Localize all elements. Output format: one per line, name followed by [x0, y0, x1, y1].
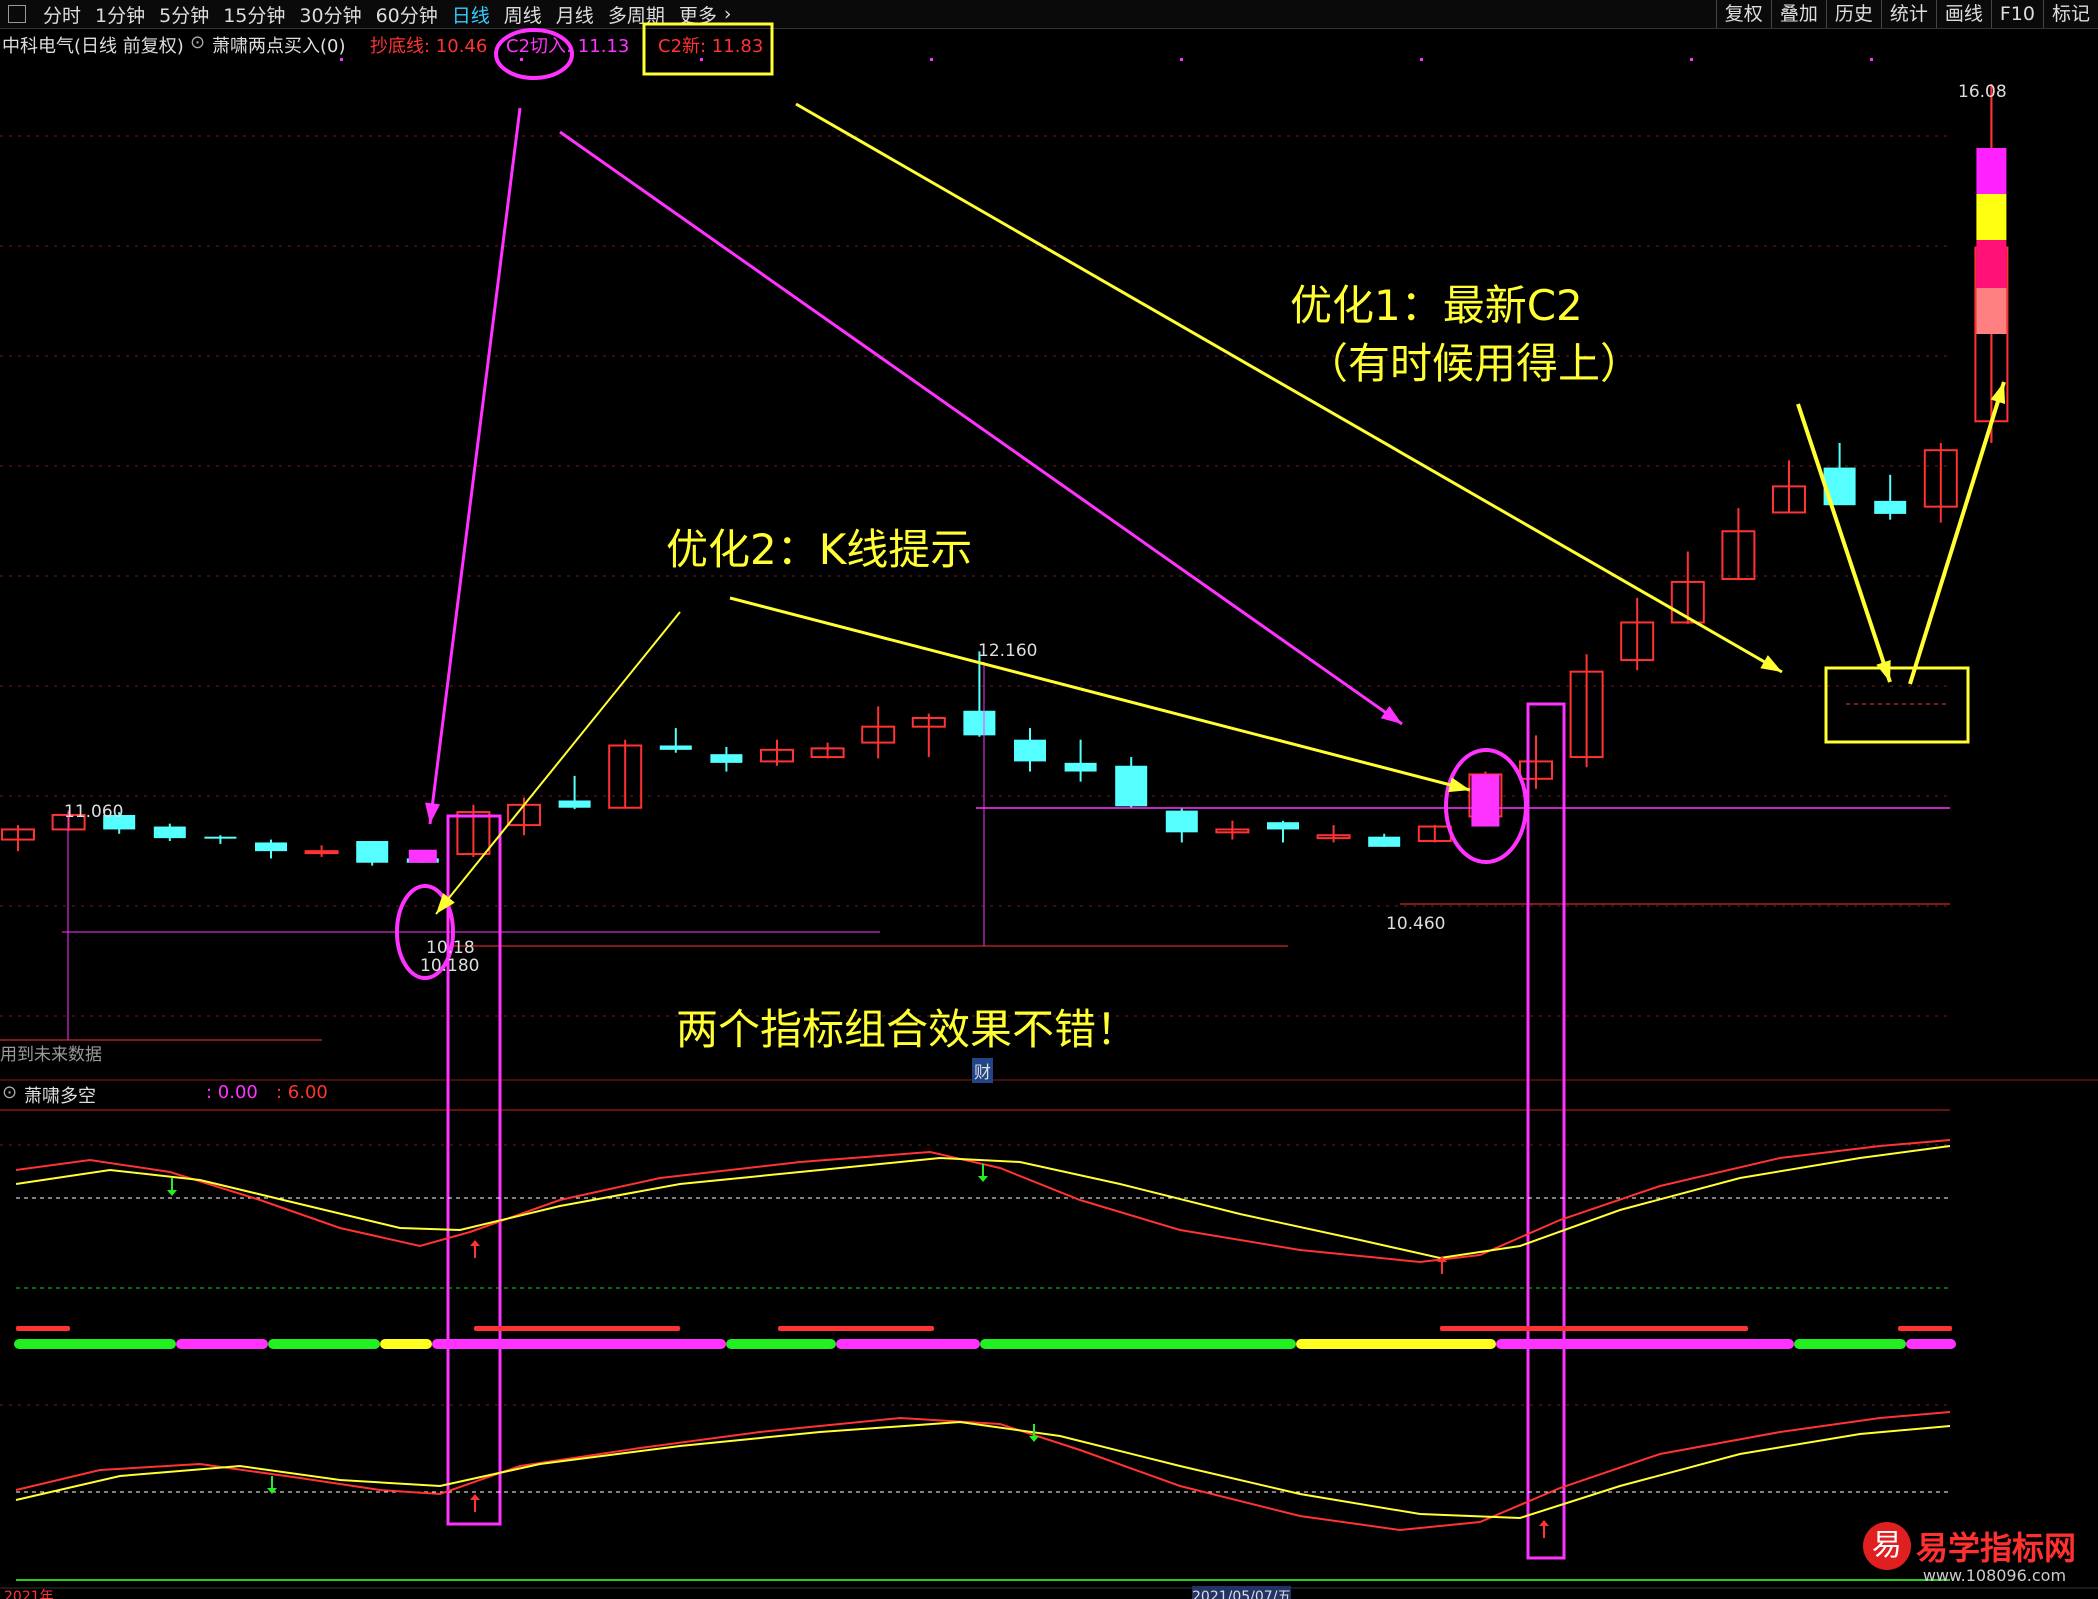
top-marker-dot: [1690, 58, 1693, 61]
last-candle-segment: [1976, 194, 2007, 240]
hint-candle-1: [408, 849, 437, 863]
sub-value-1: : 0.00: [206, 1082, 258, 1103]
up-arrow-icon-head: [1539, 1520, 1549, 1526]
arrow-opt1-up: [1908, 381, 2006, 685]
arrow-opt2-right-head: [1448, 777, 1470, 793]
signal-column-2: [1526, 702, 1566, 1560]
state-bar-segment: [836, 1339, 980, 1349]
c2-new-target-box: [1824, 666, 1970, 744]
last-candle-segment: [1976, 148, 2007, 194]
price-label-10180: 10.180: [420, 956, 480, 976]
state-bar-segment: [268, 1339, 380, 1349]
price-label-10460: 10.460: [1386, 914, 1446, 934]
date-left: 2021年: [4, 1589, 54, 1599]
state-bar-segment: [1906, 1339, 1956, 1349]
hint-candle-2: [1471, 774, 1500, 827]
candle-body-down: [659, 745, 692, 750]
state-bar-segment: [380, 1339, 432, 1349]
price-label-small: 10.18: [426, 938, 475, 958]
signal-column-1: [446, 814, 502, 1526]
state-bar-segment: [176, 1339, 268, 1349]
arrow-opt1-down-head: [1876, 660, 1891, 682]
annotation-summary: 两个指标组合效果不错！: [676, 1005, 1139, 1054]
sub-wave-red-2: [15, 1411, 1951, 1532]
kline-chart: [0, 22, 2098, 1589]
sub-value-2: : 6.00: [276, 1082, 328, 1103]
collapse-icon[interactable]: ⊙: [2, 1082, 17, 1103]
top-marker-dot: [340, 58, 343, 61]
candle-body-down: [1165, 810, 1198, 833]
price-label-11060: 11.060: [64, 802, 124, 822]
c2-circle: [494, 28, 574, 80]
top-marker-dot: [520, 58, 523, 61]
sub-indicator-group: [0, 1139, 1956, 1581]
last-candle-segment: [1976, 288, 2007, 334]
candle-body-down: [1014, 739, 1046, 762]
candle-body-down: [356, 841, 389, 863]
state-bar-red-mark: [16, 1326, 70, 1331]
top-marker-dot: [1870, 58, 1873, 61]
state-bar-red-mark: [1898, 1326, 1952, 1331]
state-bar-red-mark: [474, 1326, 680, 1331]
sub-wave-red: [15, 1139, 1951, 1264]
up-arrow-icon-head: [470, 1240, 480, 1246]
price-label-high: 16.08: [1958, 82, 2007, 102]
candles-group: [1, 84, 2009, 866]
top-marker-dot: [1180, 58, 1183, 61]
arrow-c2-to-right: [559, 130, 1403, 726]
watermark-url: www.108096.com: [1922, 1566, 2067, 1585]
finance-marker[interactable]: 财: [972, 1058, 993, 1083]
candle-body-down: [1874, 500, 1907, 514]
last-candle-segment: [1976, 240, 2007, 288]
state-bar-red-mark: [1440, 1326, 1748, 1331]
top-marker-dot: [700, 58, 703, 61]
state-bar-segment: [726, 1339, 836, 1349]
chart-grid: [0, 58, 2098, 1589]
arrow-opt1-down: [1796, 403, 1892, 683]
down-arrow-icon-head: [978, 1176, 988, 1182]
sub-indicator-name[interactable]: 萧啸多空: [24, 1082, 96, 1108]
sub-wave-yellow-2: [15, 1420, 1951, 1520]
down-arrow-icon-head: [167, 1190, 177, 1196]
watermark: 易 易学指标网 www.108096.com: [1862, 1522, 2076, 1585]
candle-body-down: [558, 800, 591, 808]
arrow-opt1-up-head: [1990, 382, 2006, 404]
c2-new-box: [642, 22, 774, 76]
candle-body-down: [255, 842, 287, 852]
top-marker-dot: [1420, 58, 1423, 61]
down-arrow-icon-head: [267, 1488, 277, 1494]
state-bar-segment: [1496, 1339, 1794, 1349]
price-label-12160: 12.160: [978, 641, 1038, 661]
candle-body-down: [204, 836, 237, 839]
candle-body-down: [1115, 765, 1148, 807]
watermark-logo-icon: 易: [1862, 1522, 1911, 1570]
candle-body-up: [304, 850, 339, 855]
arrow-c2new-to-box-head: [1760, 655, 1782, 672]
down-arrow-icon-head: [1029, 1436, 1039, 1442]
up-arrow-icon-head: [470, 1494, 480, 1500]
future-data-note: 用到未来数据: [0, 1045, 102, 1065]
annotation-opt1-line2: （有时候用得上）: [1306, 339, 1643, 388]
watermark-title: 易学指标网: [1915, 1529, 2076, 1567]
candle-body-down: [963, 710, 996, 736]
candle-body-down: [1368, 836, 1401, 847]
state-bar-segment: [432, 1339, 726, 1349]
state-bar-segment: [1296, 1339, 1496, 1349]
annotation-opt1-line1: 优化1：最新C2: [1290, 281, 1583, 330]
annotation-opt2: 优化2：K线提示: [666, 525, 973, 574]
date-cursor: 2021/05/07/五: [1192, 1586, 1292, 1599]
sub-wave-yellow: [15, 1145, 1951, 1260]
state-bar-segment: [14, 1339, 176, 1349]
candle-body-down: [153, 826, 186, 839]
candle-body-down: [710, 754, 743, 763]
candle-body-down: [1064, 762, 1097, 772]
arrow-c2-to-left-head: [425, 802, 441, 824]
arrow-opt2-left: [435, 611, 681, 915]
arrow-c2-to-right-head: [1380, 705, 1402, 724]
state-bar-segment: [1794, 1339, 1906, 1349]
candle-body-down: [1267, 822, 1299, 830]
top-marker-dot: [930, 58, 933, 61]
state-bar-red-mark: [778, 1326, 934, 1331]
state-bar-segment: [980, 1339, 1296, 1349]
